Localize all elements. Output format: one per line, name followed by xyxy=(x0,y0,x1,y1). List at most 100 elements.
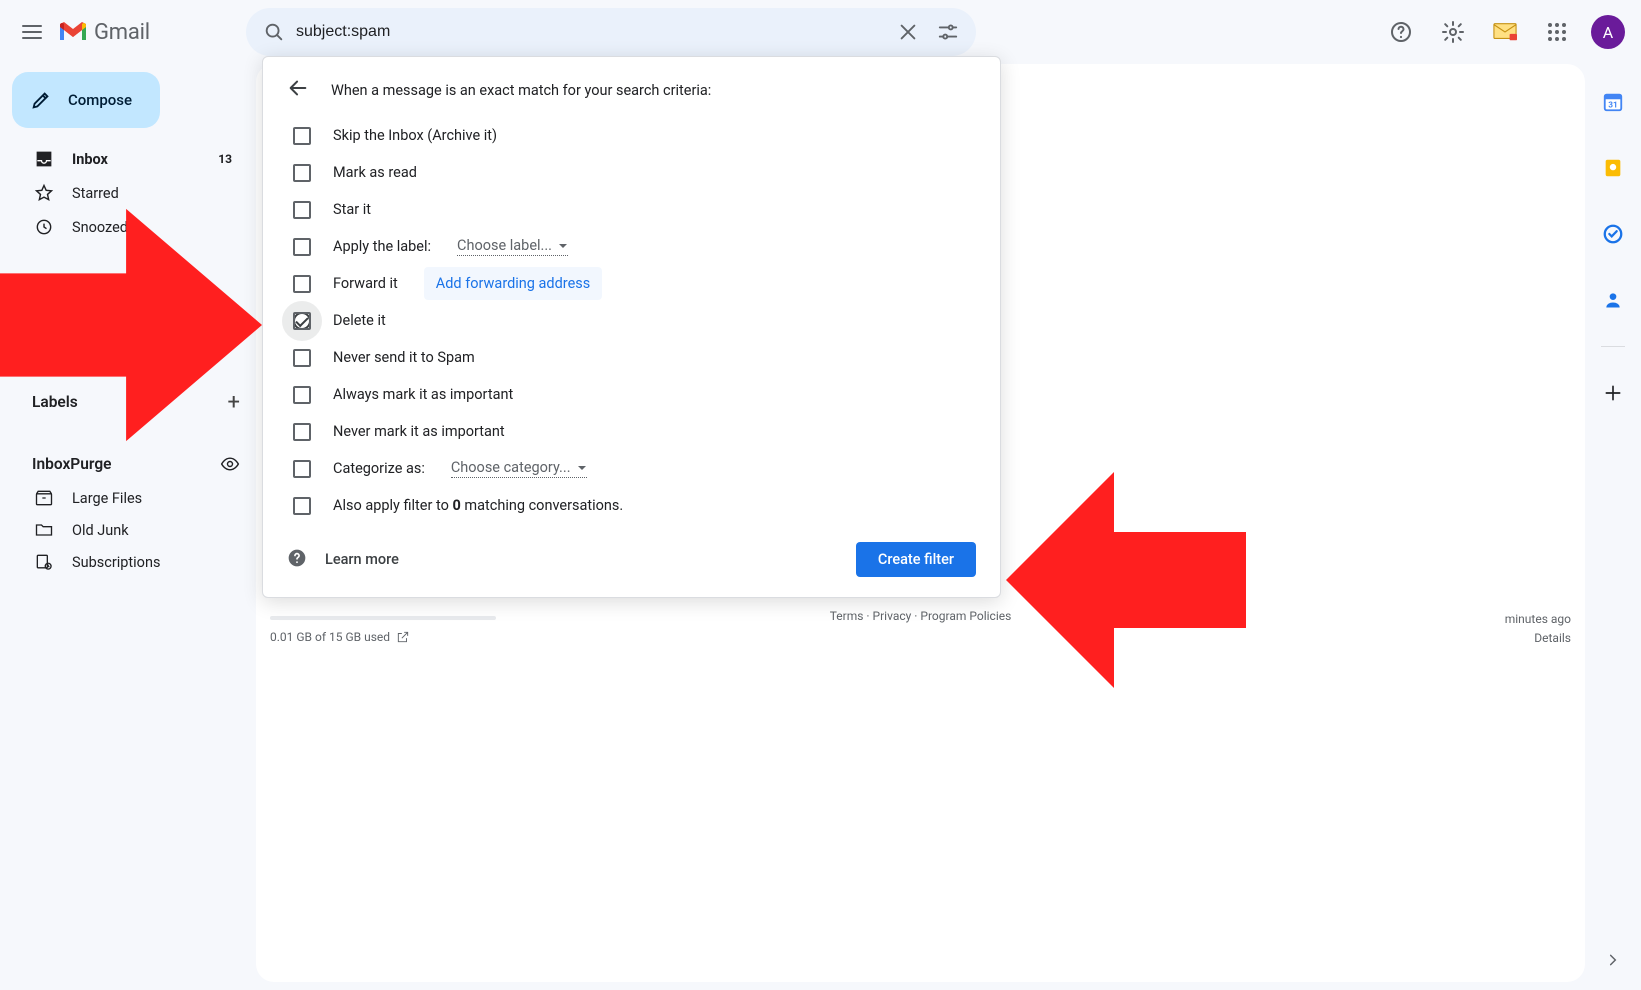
open-external-icon xyxy=(396,630,410,644)
google-apps-button[interactable] xyxy=(1533,8,1581,56)
label-subscriptions[interactable]: Subscriptions xyxy=(8,546,256,578)
opt-never-important[interactable]: Never mark it as important xyxy=(287,413,976,450)
search-button[interactable] xyxy=(254,12,294,52)
filter-actions-card: When a message is an exact match for you… xyxy=(262,56,1001,598)
help-button[interactable] xyxy=(287,548,307,572)
label-old-junk[interactable]: Old Junk xyxy=(8,514,256,546)
opt-categorize[interactable]: Categorize as: Choose category... xyxy=(287,450,976,487)
opt-label: Categorize as: xyxy=(333,460,425,477)
checkbox-icon[interactable] xyxy=(293,275,311,293)
chevron-right-icon xyxy=(1606,953,1620,967)
checkbox-icon[interactable] xyxy=(293,349,311,367)
opt-star-it[interactable]: Star it xyxy=(287,191,976,228)
header-actions: A xyxy=(1377,8,1625,56)
choose-category-dropdown[interactable]: Choose category... xyxy=(451,459,587,478)
inbox-count: 13 xyxy=(218,152,232,166)
subscriptions-icon xyxy=(34,552,54,572)
checkbox-icon[interactable] xyxy=(293,386,311,404)
compose-button[interactable]: Compose xyxy=(12,72,160,128)
contacts-addon[interactable] xyxy=(1593,280,1633,320)
side-rail: 31 xyxy=(1585,64,1641,990)
close-icon xyxy=(897,21,919,43)
checkbox-icon[interactable] xyxy=(293,460,311,478)
calendar-addon[interactable]: 31 xyxy=(1593,82,1633,122)
storage-label: 0.01 GB of 15 GB used xyxy=(270,630,390,644)
inboxpurge-ext-button[interactable] xyxy=(1481,8,1529,56)
checkbox-icon[interactable] xyxy=(293,164,311,182)
keep-addon[interactable] xyxy=(1593,148,1633,188)
search-icon xyxy=(263,21,285,43)
product-name: Gmail xyxy=(94,20,150,45)
annotation-arrow-delete-it xyxy=(0,196,262,454)
choose-label-dropdown[interactable]: Choose label... xyxy=(457,237,568,256)
keep-icon xyxy=(1602,157,1624,179)
account-avatar[interactable]: A xyxy=(1591,15,1625,49)
terms-link[interactable]: Terms xyxy=(830,609,864,623)
support-button[interactable] xyxy=(1377,8,1425,56)
get-addons-button[interactable] xyxy=(1593,373,1633,413)
gmail-logo-icon xyxy=(58,20,88,44)
label-text: Old Junk xyxy=(72,522,129,539)
rail-separator xyxy=(1601,346,1625,347)
opt-mark-read[interactable]: Mark as read xyxy=(287,154,976,191)
contacts-icon xyxy=(1603,289,1623,311)
settings-button[interactable] xyxy=(1429,8,1477,56)
gear-icon xyxy=(1441,20,1465,44)
dropdown-text: Choose label... xyxy=(457,237,552,254)
search-options-button[interactable] xyxy=(928,12,968,52)
filter-back-button[interactable] xyxy=(287,77,309,103)
annotation-arrow-create-filter xyxy=(1006,460,1246,700)
checkbox-icon[interactable] xyxy=(293,238,311,256)
opt-always-important[interactable]: Always mark it as important xyxy=(287,376,976,413)
inboxpurge-heading-text: InboxPurge xyxy=(32,455,111,473)
checkbox-icon[interactable] xyxy=(293,201,311,219)
opt-skip-inbox[interactable]: Skip the Inbox (Archive it) xyxy=(287,117,976,154)
opt-delete-it[interactable]: Delete it xyxy=(287,302,976,339)
opt-label: Forward it xyxy=(333,275,398,292)
search-bar xyxy=(246,8,976,56)
activity-time: minutes ago xyxy=(1505,610,1571,629)
filter-card-title: When a message is an exact match for you… xyxy=(331,82,711,99)
opt-label: Mark as read xyxy=(333,164,417,181)
opt-label: Never send it to Spam xyxy=(333,349,475,366)
collapse-rail-button[interactable] xyxy=(1595,942,1631,978)
plus-icon xyxy=(1603,383,1623,403)
privacy-link[interactable]: Privacy xyxy=(873,609,912,623)
activity-details-link[interactable]: Details xyxy=(1534,631,1571,645)
opt-forward-it[interactable]: Forward it Add forwarding address xyxy=(287,265,976,302)
storage-text[interactable]: 0.01 GB of 15 GB used xyxy=(270,630,410,644)
gmail-logo[interactable]: Gmail xyxy=(58,20,244,45)
checkbox-icon[interactable] xyxy=(293,497,311,515)
policies-link[interactable]: Program Policies xyxy=(920,609,1011,623)
checkbox-icon[interactable] xyxy=(293,423,311,441)
opt-also-apply[interactable]: Also apply filter to 0 matching conversa… xyxy=(287,487,976,524)
opt-label: Also apply filter to 0 matching conversa… xyxy=(333,497,623,514)
box-icon xyxy=(34,488,54,508)
sidebar-item-inbox[interactable]: Inbox 13 xyxy=(8,142,256,176)
learn-more-link[interactable]: Learn more xyxy=(325,551,399,568)
filter-footer: Learn more Create filter xyxy=(287,542,976,577)
apps-grid-icon xyxy=(1545,20,1569,44)
clear-search-button[interactable] xyxy=(888,12,928,52)
caret-down-icon xyxy=(558,241,568,251)
opt-label: Always mark it as important xyxy=(333,386,513,403)
create-filter-button[interactable]: Create filter xyxy=(856,542,976,577)
checkbox-icon[interactable] xyxy=(293,127,311,145)
tasks-icon xyxy=(1602,223,1624,245)
storage-bar xyxy=(270,616,496,620)
opt-apply-label[interactable]: Apply the label: Choose label... xyxy=(287,228,976,265)
compose-label: Compose xyxy=(68,91,132,109)
search-input[interactable] xyxy=(294,22,888,42)
pencil-icon xyxy=(30,89,52,111)
label-text: Large Files xyxy=(72,490,142,507)
help-icon xyxy=(1389,20,1413,44)
eye-icon[interactable] xyxy=(220,454,240,474)
opt-label: Never mark it as important xyxy=(333,423,505,440)
checkbox-checked-icon[interactable] xyxy=(293,312,311,330)
main-menu-button[interactable] xyxy=(8,8,56,56)
tasks-addon[interactable] xyxy=(1593,214,1633,254)
add-forwarding-link[interactable]: Add forwarding address xyxy=(424,267,602,300)
svg-text:31: 31 xyxy=(1608,101,1617,111)
opt-never-spam[interactable]: Never send it to Spam xyxy=(287,339,976,376)
label-large-files[interactable]: Large Files xyxy=(8,482,256,514)
